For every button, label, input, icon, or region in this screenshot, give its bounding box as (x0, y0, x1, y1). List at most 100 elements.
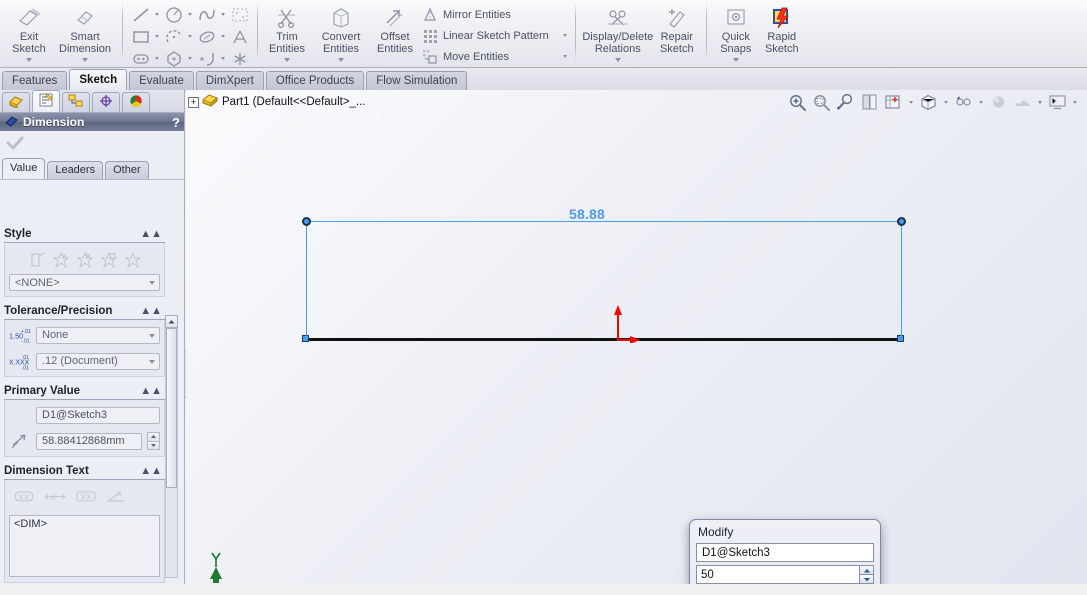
tolerance-type-select[interactable]: None (36, 326, 160, 344)
rectangle-tool-dropdown[interactable] (152, 27, 162, 47)
expand-tree-icon[interactable]: + (188, 96, 199, 108)
edit-appearance-icon[interactable] (987, 92, 1009, 112)
primary-value-field[interactable]: 58.88412868mm (36, 432, 142, 450)
dimension-handle-left[interactable] (302, 217, 311, 226)
tab-sketch[interactable]: Sketch (69, 69, 128, 90)
feature-tree-root-item[interactable]: + Part1 (Default<<Default>_... (188, 93, 366, 111)
text-angle-icon[interactable]: X (106, 489, 128, 507)
dimension-text-area[interactable]: <DIM> (9, 515, 160, 577)
slot-tool-dropdown[interactable] (152, 49, 162, 69)
fillet-tool-icon[interactable] (195, 49, 218, 69)
linear-sketch-pattern-dropdown[interactable] (549, 34, 567, 37)
fillet-tool-dropdown[interactable] (218, 49, 228, 69)
chevron-up-icon[interactable]: ▲▲ (140, 385, 165, 397)
quick-snaps-button[interactable]: Quick Snaps (713, 2, 759, 64)
quick-snaps-dropdown[interactable] (732, 55, 739, 64)
text-tool-icon[interactable] (228, 27, 251, 47)
view-settings-dropdown[interactable] (1070, 92, 1079, 112)
rapid-sketch-button[interactable]: Rapid Sketch (759, 2, 805, 55)
chevron-up-icon[interactable]: ▲▲ (140, 465, 165, 477)
primary-value-stepper[interactable] (147, 432, 160, 450)
style-section-header[interactable]: Style ▲▲ (4, 225, 165, 243)
style-select[interactable]: <NONE> (9, 274, 160, 291)
text-center-icon[interactable]: X (44, 489, 66, 507)
apply-style-icon[interactable] (28, 251, 46, 272)
add-style-icon[interactable] (51, 251, 70, 272)
arc-tool-icon[interactable] (162, 27, 185, 47)
ok-check-icon[interactable] (5, 134, 25, 155)
modify-step-down[interactable] (859, 574, 874, 584)
tab-leaders[interactable]: Leaders (47, 161, 104, 179)
polygon-tool-dropdown[interactable] (185, 49, 195, 69)
primary-value-section-header[interactable]: Primary Value ▲▲ (4, 382, 165, 400)
tab-evaluate[interactable]: Evaluate (129, 71, 194, 90)
text-below-icon[interactable]: XX (75, 489, 97, 507)
tab-dimxpert[interactable]: DimXpert (195, 71, 264, 90)
hide-show-items-dropdown[interactable] (976, 92, 985, 112)
configuration-manager-tab[interactable] (62, 92, 90, 112)
smart-dimension-dropdown[interactable] (82, 55, 88, 64)
display-style-icon[interactable] (917, 92, 939, 112)
delete-style-icon[interactable] (75, 251, 94, 272)
modify-dimension-name-field[interactable]: D1@Sketch3 (696, 543, 874, 562)
dimxpert-manager-tab[interactable] (92, 92, 120, 112)
precision-select[interactable]: .12 (Document) (36, 352, 160, 370)
property-manager-tab[interactable] (32, 90, 60, 112)
primary-value-step-up[interactable] (147, 432, 160, 441)
view-orientation-icon[interactable] (882, 92, 904, 112)
circle-tool-dropdown[interactable] (185, 5, 195, 25)
zoom-to-area-icon[interactable] (810, 92, 832, 112)
arc-tool-dropdown[interactable] (185, 27, 195, 47)
modify-value-input[interactable]: 50 (696, 565, 859, 584)
modify-step-up[interactable] (859, 565, 874, 574)
modify-dialog[interactable]: Modify D1@Sketch3 50 Units > (689, 519, 881, 584)
help-button[interactable]: ? (172, 115, 180, 130)
dimension-handle-right[interactable] (897, 217, 906, 226)
rectangle-tool-icon[interactable] (129, 27, 152, 47)
dimension-text-value[interactable]: 58.88 (569, 206, 605, 222)
section-view-icon[interactable] (858, 92, 880, 112)
move-entities-dropdown[interactable] (549, 55, 567, 58)
display-delete-relations-dropdown[interactable] (614, 55, 621, 64)
move-entities-button[interactable]: Move Entities (418, 46, 569, 67)
circle-tool-icon[interactable] (162, 5, 185, 25)
view-settings-icon[interactable] (1046, 92, 1068, 112)
mirror-entities-button[interactable]: Mirror Entities (418, 4, 569, 25)
trim-region-icon[interactable] (228, 5, 251, 25)
linear-sketch-pattern-button[interactable]: Linear Sketch Pattern (418, 25, 569, 46)
convert-entities-button[interactable]: Convert Entities (310, 2, 372, 64)
exit-sketch-button[interactable]: Exit Sketch (4, 2, 54, 64)
offset-entities-button[interactable]: Offset Entities (372, 2, 418, 55)
trim-entities-button[interactable]: Trim Entities (264, 2, 310, 64)
scroll-up-button[interactable] (165, 315, 178, 328)
scrollbar-thumb[interactable] (166, 328, 177, 488)
view-orientation-dropdown[interactable] (906, 92, 915, 112)
primary-value-step-down[interactable] (147, 440, 160, 450)
apply-scene-dropdown[interactable] (1035, 92, 1044, 112)
slot-tool-icon[interactable] (129, 49, 152, 69)
smart-dimension-button[interactable]: Smart Dimension (54, 2, 116, 64)
zoom-in-out-icon[interactable] (834, 92, 856, 112)
line-tool-dropdown[interactable] (152, 5, 162, 25)
display-delete-relations-button[interactable]: Display/Delete Relations (582, 2, 654, 64)
property-manager-scrollbar[interactable] (165, 315, 178, 595)
tab-value[interactable]: Value (2, 158, 46, 179)
load-style-icon[interactable] (123, 251, 142, 272)
point-tool-icon[interactable] (228, 49, 251, 69)
polygon-tool-icon[interactable] (162, 49, 185, 69)
spline-tool-icon[interactable] (195, 5, 218, 25)
ellipse-tool-dropdown[interactable] (218, 27, 228, 47)
tab-features[interactable]: Features (2, 71, 68, 90)
repair-sketch-button[interactable]: Repair Sketch (654, 2, 700, 55)
exit-sketch-dropdown[interactable] (26, 55, 32, 64)
dimension-text-section-header[interactable]: Dimension Text ▲▲ (4, 462, 165, 480)
trim-entities-dropdown[interactable] (284, 55, 290, 64)
display-manager-tab[interactable] (122, 92, 150, 112)
text-above-icon[interactable]: XX (13, 489, 35, 507)
ellipse-tool-icon[interactable] (195, 27, 218, 47)
spline-tool-dropdown[interactable] (218, 5, 228, 25)
tab-flow-simulation[interactable]: Flow Simulation (366, 71, 468, 90)
modify-value-stepper[interactable] (859, 565, 874, 584)
chevron-up-icon[interactable]: ▲▲ (140, 228, 165, 240)
sketch-line-horizontal[interactable] (304, 338, 902, 341)
